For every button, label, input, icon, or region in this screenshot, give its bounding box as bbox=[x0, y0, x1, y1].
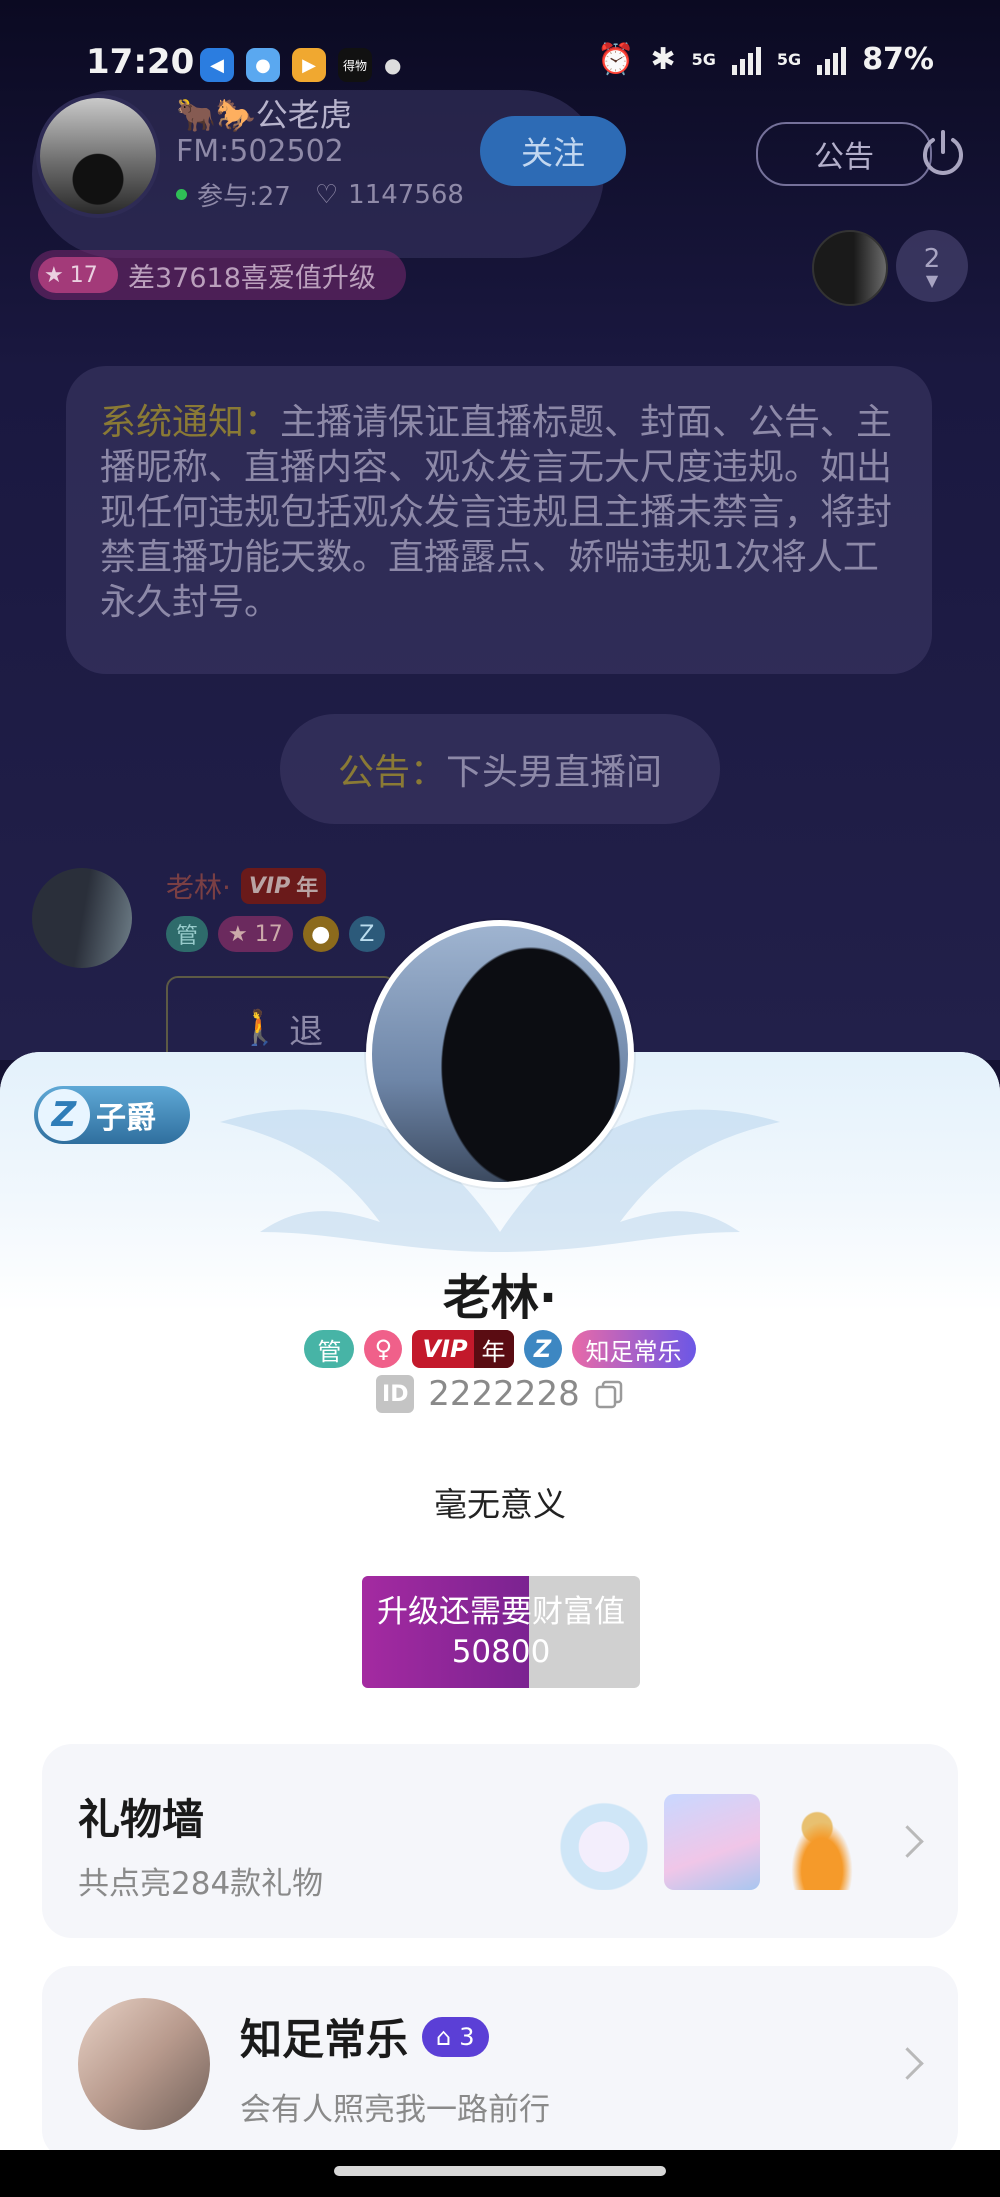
gift-wall-title: 礼物墙 bbox=[78, 1795, 205, 1844]
signal-2-icon bbox=[817, 45, 847, 75]
signal-1-icon bbox=[731, 45, 761, 75]
host-name: 🐂🐎公老虎 bbox=[176, 96, 352, 134]
rank-z-icon: Z bbox=[348, 916, 385, 952]
vip-suffix: 年 bbox=[473, 1330, 514, 1368]
rank-z-icon: Z bbox=[38, 1089, 90, 1141]
host-fm-id: FM:502502 bbox=[176, 134, 344, 169]
chat-level: 17 bbox=[254, 921, 283, 947]
signal-1-label: 5G bbox=[691, 50, 716, 69]
star-icon: ★ bbox=[44, 262, 64, 288]
club-subtitle: 会有人照亮我一路前行 bbox=[240, 2092, 550, 2128]
wealth-value: 50800 bbox=[451, 1634, 551, 1670]
profile-badges: 管 ♀ VIP 年 Z 知足常乐 bbox=[0, 1330, 1000, 1368]
system-notice: 系统通知：主播请保证直播标题、封面、公告、主播昵称、直播内容、观众发言无大尺度违… bbox=[66, 366, 932, 674]
power-icon[interactable] bbox=[916, 126, 970, 180]
vip-badge: VIP 年 bbox=[240, 868, 327, 904]
host-participants: 参与:27 bbox=[197, 182, 291, 212]
club-badge: 知足常乐 bbox=[571, 1330, 696, 1368]
gift-cat-icon bbox=[556, 1794, 652, 1890]
viewer-count-button[interactable]: 2 ▼ bbox=[896, 230, 968, 302]
club-name: 知足常乐 bbox=[240, 2015, 409, 2064]
profile-signature: 毫无意义 bbox=[434, 1485, 566, 1524]
app-video-icon: ▶ bbox=[292, 48, 326, 82]
app-blue-icon: ◀ bbox=[200, 48, 234, 82]
notice-button[interactable]: 公告 bbox=[756, 122, 932, 186]
profile-avatar[interactable] bbox=[366, 920, 634, 1188]
level-progress-text: 差37618喜爱值升级 bbox=[128, 262, 376, 294]
profile-id: 2222228 bbox=[428, 1374, 580, 1414]
wealth-label: 升级还需要财富值 bbox=[377, 1594, 625, 1630]
star-icon: ★ bbox=[228, 921, 248, 947]
chat-username: 老林· bbox=[166, 871, 231, 904]
home-gesture-handle[interactable] bbox=[334, 2166, 666, 2176]
female-icon: ♀ bbox=[364, 1330, 403, 1368]
status-app-icons: ◀ ● ▶ 得物 ● bbox=[200, 48, 401, 82]
viewer-count: 2 bbox=[923, 244, 941, 274]
status-time: 17:20 bbox=[86, 42, 195, 82]
home-icon: ⌂ bbox=[436, 2022, 452, 2051]
viewer-avatar[interactable] bbox=[812, 230, 888, 306]
host-avatar[interactable] bbox=[36, 94, 160, 218]
gift-wall-subtitle: 共点亮284款礼物 bbox=[78, 1866, 324, 1902]
rank-badge-label: 子爵 bbox=[96, 1101, 156, 1136]
app-bird-icon: ● bbox=[246, 48, 280, 82]
battery-level: 87% bbox=[862, 42, 934, 77]
app-label-icon: 得物 bbox=[338, 48, 372, 82]
announcement-label: 公告： bbox=[337, 752, 446, 793]
bluetooth-icon: ✱ bbox=[650, 42, 676, 77]
admin-badge: 管 bbox=[304, 1330, 355, 1368]
club-level: 3 bbox=[459, 2022, 475, 2051]
level-badge-small: ★ 17 bbox=[218, 916, 293, 952]
profile-id-row: ID 2222228 bbox=[0, 1374, 1000, 1414]
chat-username-row: 老林· VIP 年 bbox=[166, 866, 327, 906]
coin-icon: ● bbox=[302, 916, 339, 952]
chat-badges: 管 ★ 17 ● Z bbox=[166, 916, 385, 952]
chat-avatar[interactable] bbox=[32, 868, 132, 968]
level-progress-pill[interactable]: ★ 17 差37618喜爱值升级 bbox=[30, 250, 406, 300]
wealth-progress-text: 升级还需要财富值 50800 bbox=[362, 1576, 640, 1688]
copy-icon[interactable] bbox=[594, 1379, 624, 1409]
vip-badge: VIP 年 bbox=[412, 1330, 514, 1368]
club-avatar bbox=[78, 1998, 210, 2130]
heart-icon: ♡ bbox=[314, 179, 339, 210]
gift-fire-fairy-icon bbox=[774, 1794, 870, 1890]
wealth-progress-bar: 升级还需要财富值 50800 bbox=[362, 1576, 640, 1688]
announcement-text: 下头男直播间 bbox=[446, 752, 663, 793]
status-right: ⏰ ✱ 5G 5G 87% bbox=[597, 42, 934, 77]
profile-name: 老林· bbox=[442, 1270, 558, 1326]
gift-ship-icon bbox=[664, 1794, 760, 1890]
level-number: 17 bbox=[69, 262, 98, 288]
alarm-icon: ⏰ bbox=[597, 42, 635, 77]
online-dot-icon bbox=[176, 189, 187, 200]
level-badge: ★ 17 bbox=[38, 257, 118, 293]
more-notifications-dot-icon: ● bbox=[384, 53, 402, 77]
club-name-row: 知足常乐 ⌂ 3 bbox=[240, 2006, 489, 2067]
admin-badge: 管 bbox=[166, 916, 209, 952]
walking-figure-icon: 🚶 bbox=[238, 1008, 282, 1048]
id-tag: ID bbox=[376, 1375, 415, 1413]
signal-2-label: 5G bbox=[776, 50, 802, 69]
system-notice-label: 系统通知： bbox=[100, 402, 281, 443]
host-stats: 参与:27 ♡ 1147568 bbox=[176, 176, 464, 213]
vip-label: VIP bbox=[422, 1335, 468, 1363]
club-level-badge: ⌂ 3 bbox=[422, 2016, 489, 2057]
rank-badge[interactable]: Z 子爵 bbox=[34, 1086, 190, 1144]
host-likes: 1147568 bbox=[348, 179, 464, 210]
vip-suffix: 年 bbox=[296, 876, 319, 901]
rank-z-icon: Z bbox=[523, 1330, 562, 1368]
chat-bubble-text: 退 bbox=[289, 1011, 324, 1052]
vip-label: VIP bbox=[248, 873, 291, 899]
chevron-down-icon: ▼ bbox=[925, 271, 939, 290]
follow-button[interactable]: 关注 bbox=[480, 116, 626, 186]
announcement: 公告： 下头男直播间 bbox=[280, 714, 720, 824]
